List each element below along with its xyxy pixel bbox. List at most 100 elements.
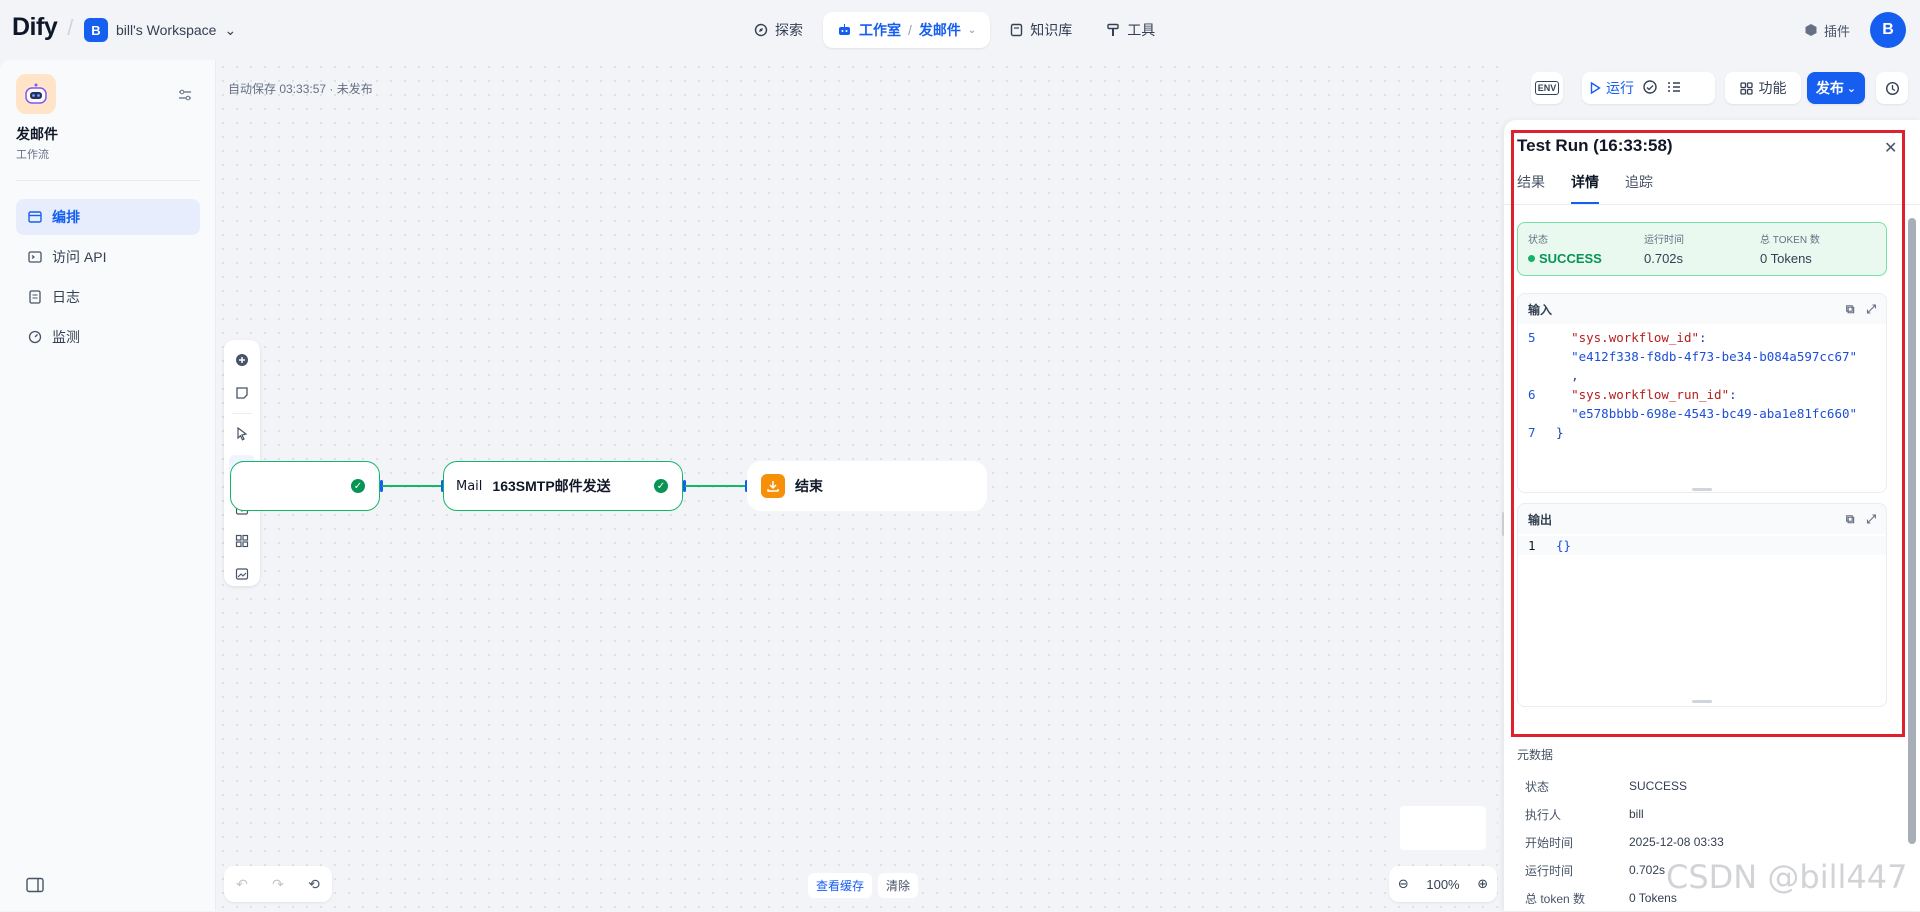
- zoom-out-icon[interactable]: ⊖: [1398, 876, 1409, 892]
- pointer-icon[interactable]: [229, 422, 255, 447]
- app-settings-icon[interactable]: [178, 88, 192, 104]
- cache-controls: 查看缓存 清除: [808, 873, 919, 898]
- top-right: 插件 B: [1804, 12, 1906, 48]
- success-check-icon: ✓: [654, 479, 668, 493]
- expand-icon[interactable]: ⤢: [1866, 512, 1876, 527]
- node-title: 163SMTP邮件发送: [492, 478, 611, 494]
- input-code[interactable]: 5 .."sys.workflow_id": .."e412f338-f8db-…: [1518, 324, 1886, 492]
- env-button[interactable]: ENV: [1531, 72, 1563, 104]
- resize-grip[interactable]: [1692, 488, 1712, 491]
- main-nav: 探索 工作室 / 发邮件 ⌄ 知识库 工具: [740, 12, 1169, 48]
- plugins-button[interactable]: 插件: [1804, 21, 1850, 40]
- run-button[interactable]: 运行: [1590, 78, 1634, 98]
- book-icon: [1011, 23, 1023, 37]
- code-line: 7 }: [1528, 425, 1564, 440]
- robot-icon: [839, 24, 850, 35]
- divider: [1504, 204, 1920, 205]
- status-label: 状态: [1528, 235, 1548, 246]
- compass-icon: [754, 23, 768, 37]
- code-line: 1 {}: [1518, 536, 1886, 555]
- copy-icon[interactable]: ⧉: [1846, 512, 1855, 527]
- divider: /: [67, 15, 73, 40]
- input-code-box: 输入 ⧉ ⤢ 5 .."sys.workflow_id": .."e412f338…: [1517, 293, 1887, 493]
- view-cache-button[interactable]: 查看缓存: [808, 873, 873, 898]
- metadata-row: 开始时间 2025-12-08 03:33: [1525, 835, 1724, 850]
- redo-icon[interactable]: ↷: [272, 876, 284, 893]
- run-group: 运行: [1582, 72, 1715, 104]
- sidebar-collapse-icon[interactable]: [26, 877, 44, 896]
- organize-blocks-icon[interactable]: [229, 529, 255, 554]
- tokens-value: 0 Tokens: [1760, 251, 1812, 266]
- success-check-icon: ✓: [351, 479, 365, 493]
- add-note-icon[interactable]: [229, 381, 255, 406]
- app-icon: [16, 74, 56, 114]
- user-avatar[interactable]: B: [1870, 12, 1906, 48]
- sidebar-item-logs[interactable]: 日志: [16, 279, 200, 315]
- history-icon: [1885, 81, 1899, 95]
- copy-icon[interactable]: ⧉: [1846, 302, 1855, 317]
- zoom-in-icon[interactable]: ⊕: [1477, 876, 1488, 892]
- output-code-box: 输出 ⧉ ⤢ 1 {}: [1517, 503, 1887, 707]
- sidebar-item-api[interactable]: 访问 API: [16, 239, 200, 275]
- chevron-down-icon: ⌄: [224, 21, 237, 38]
- resize-grip[interactable]: [1692, 700, 1712, 703]
- output-title: 输出: [1528, 512, 1553, 527]
- mail-icon: Mail: [456, 478, 483, 494]
- tab-detail[interactable]: 详情: [1571, 172, 1599, 204]
- workflow-edge: [685, 485, 747, 487]
- panel-tabs: 结果 详情 追踪: [1517, 172, 1653, 204]
- tab-result[interactable]: 结果: [1517, 172, 1545, 204]
- workflow-node-smtp[interactable]: Mail 163SMTP邮件发送 ✓: [443, 461, 683, 511]
- autosave-status: 自动保存 03:33:57 · 未发布: [228, 82, 373, 96]
- features-button[interactable]: 功能: [1725, 72, 1801, 104]
- nav-current-app[interactable]: 发邮件: [919, 20, 961, 40]
- version-history-button[interactable]: [1876, 72, 1908, 104]
- undo-redo-bar: ↶ ↷ ⟲: [224, 866, 332, 902]
- elapsed-value: 0.702s: [1644, 251, 1684, 266]
- nav-explore[interactable]: 探索: [740, 12, 817, 48]
- minimap-toggle-icon[interactable]: [229, 561, 255, 586]
- watermark: CSDN @bill447: [1666, 858, 1908, 896]
- divider: [16, 180, 200, 181]
- workflow-edge: [382, 485, 442, 487]
- output-code[interactable]: 1 {}: [1518, 534, 1886, 706]
- workspace-switcher[interactable]: B bill's Workspace ⌄: [84, 18, 236, 42]
- robot-icon: [25, 83, 47, 104]
- add-node-icon[interactable]: [229, 348, 255, 373]
- close-icon[interactable]: ✕: [1884, 138, 1897, 158]
- app-sidebar: 发邮件 工作流 编排 访问 API 日志 监测: [0, 60, 216, 911]
- box-icon: [1805, 24, 1817, 36]
- expand-icon[interactable]: ⤢: [1866, 302, 1876, 317]
- panel-scrollbar[interactable]: [1908, 218, 1916, 844]
- tokens-label: 总 TOKEN 数: [1760, 235, 1820, 246]
- sidebar-item-monitor[interactable]: 监测: [16, 319, 200, 355]
- sidebar-item-orchestrate[interactable]: 编排: [16, 199, 200, 235]
- undo-icon[interactable]: ↶: [236, 876, 248, 893]
- nav-tools[interactable]: 工具: [1092, 12, 1169, 48]
- workflow-node-end[interactable]: 结束: [747, 461, 987, 511]
- nav-knowledge[interactable]: 知识库: [996, 12, 1086, 48]
- layout-icon: [28, 211, 42, 223]
- grid-icon: [1739, 81, 1753, 95]
- zoom-level[interactable]: 100%: [1426, 877, 1459, 892]
- sidebar-menu: 编排 访问 API 日志 监测: [16, 199, 200, 359]
- app-name: 发邮件: [16, 126, 58, 142]
- chevron-down-icon: ⌄: [967, 24, 977, 36]
- zoom-controls: ⊖ 100% ⊕: [1389, 866, 1497, 902]
- file-text-icon: [29, 290, 41, 304]
- workflow-node-start[interactable]: ✓: [230, 461, 380, 511]
- dify-logo[interactable]: Dify /: [12, 13, 73, 42]
- run-status-summary: 状态 SUCCESS 运行时间 0.702s 总 TOKEN 数 0 Token…: [1517, 222, 1887, 276]
- checklist-status-icon[interactable]: [1642, 79, 1658, 98]
- history-icon[interactable]: ⟲: [308, 876, 320, 893]
- publish-button[interactable]: 发布 ⌄: [1807, 72, 1865, 104]
- minimap[interactable]: [1389, 793, 1497, 858]
- metadata-title: 元数据: [1517, 748, 1554, 762]
- tab-tracing[interactable]: 追踪: [1625, 172, 1653, 204]
- checklist-icon[interactable]: [1666, 79, 1682, 98]
- metadata-row: 状态 SUCCESS: [1525, 779, 1688, 794]
- workspace-name: bill's Workspace: [116, 22, 217, 38]
- status-badge: SUCCESS: [1528, 251, 1644, 266]
- clear-button[interactable]: 清除: [878, 873, 919, 898]
- nav-studio[interactable]: 工作室 / 发邮件 ⌄: [823, 12, 991, 48]
